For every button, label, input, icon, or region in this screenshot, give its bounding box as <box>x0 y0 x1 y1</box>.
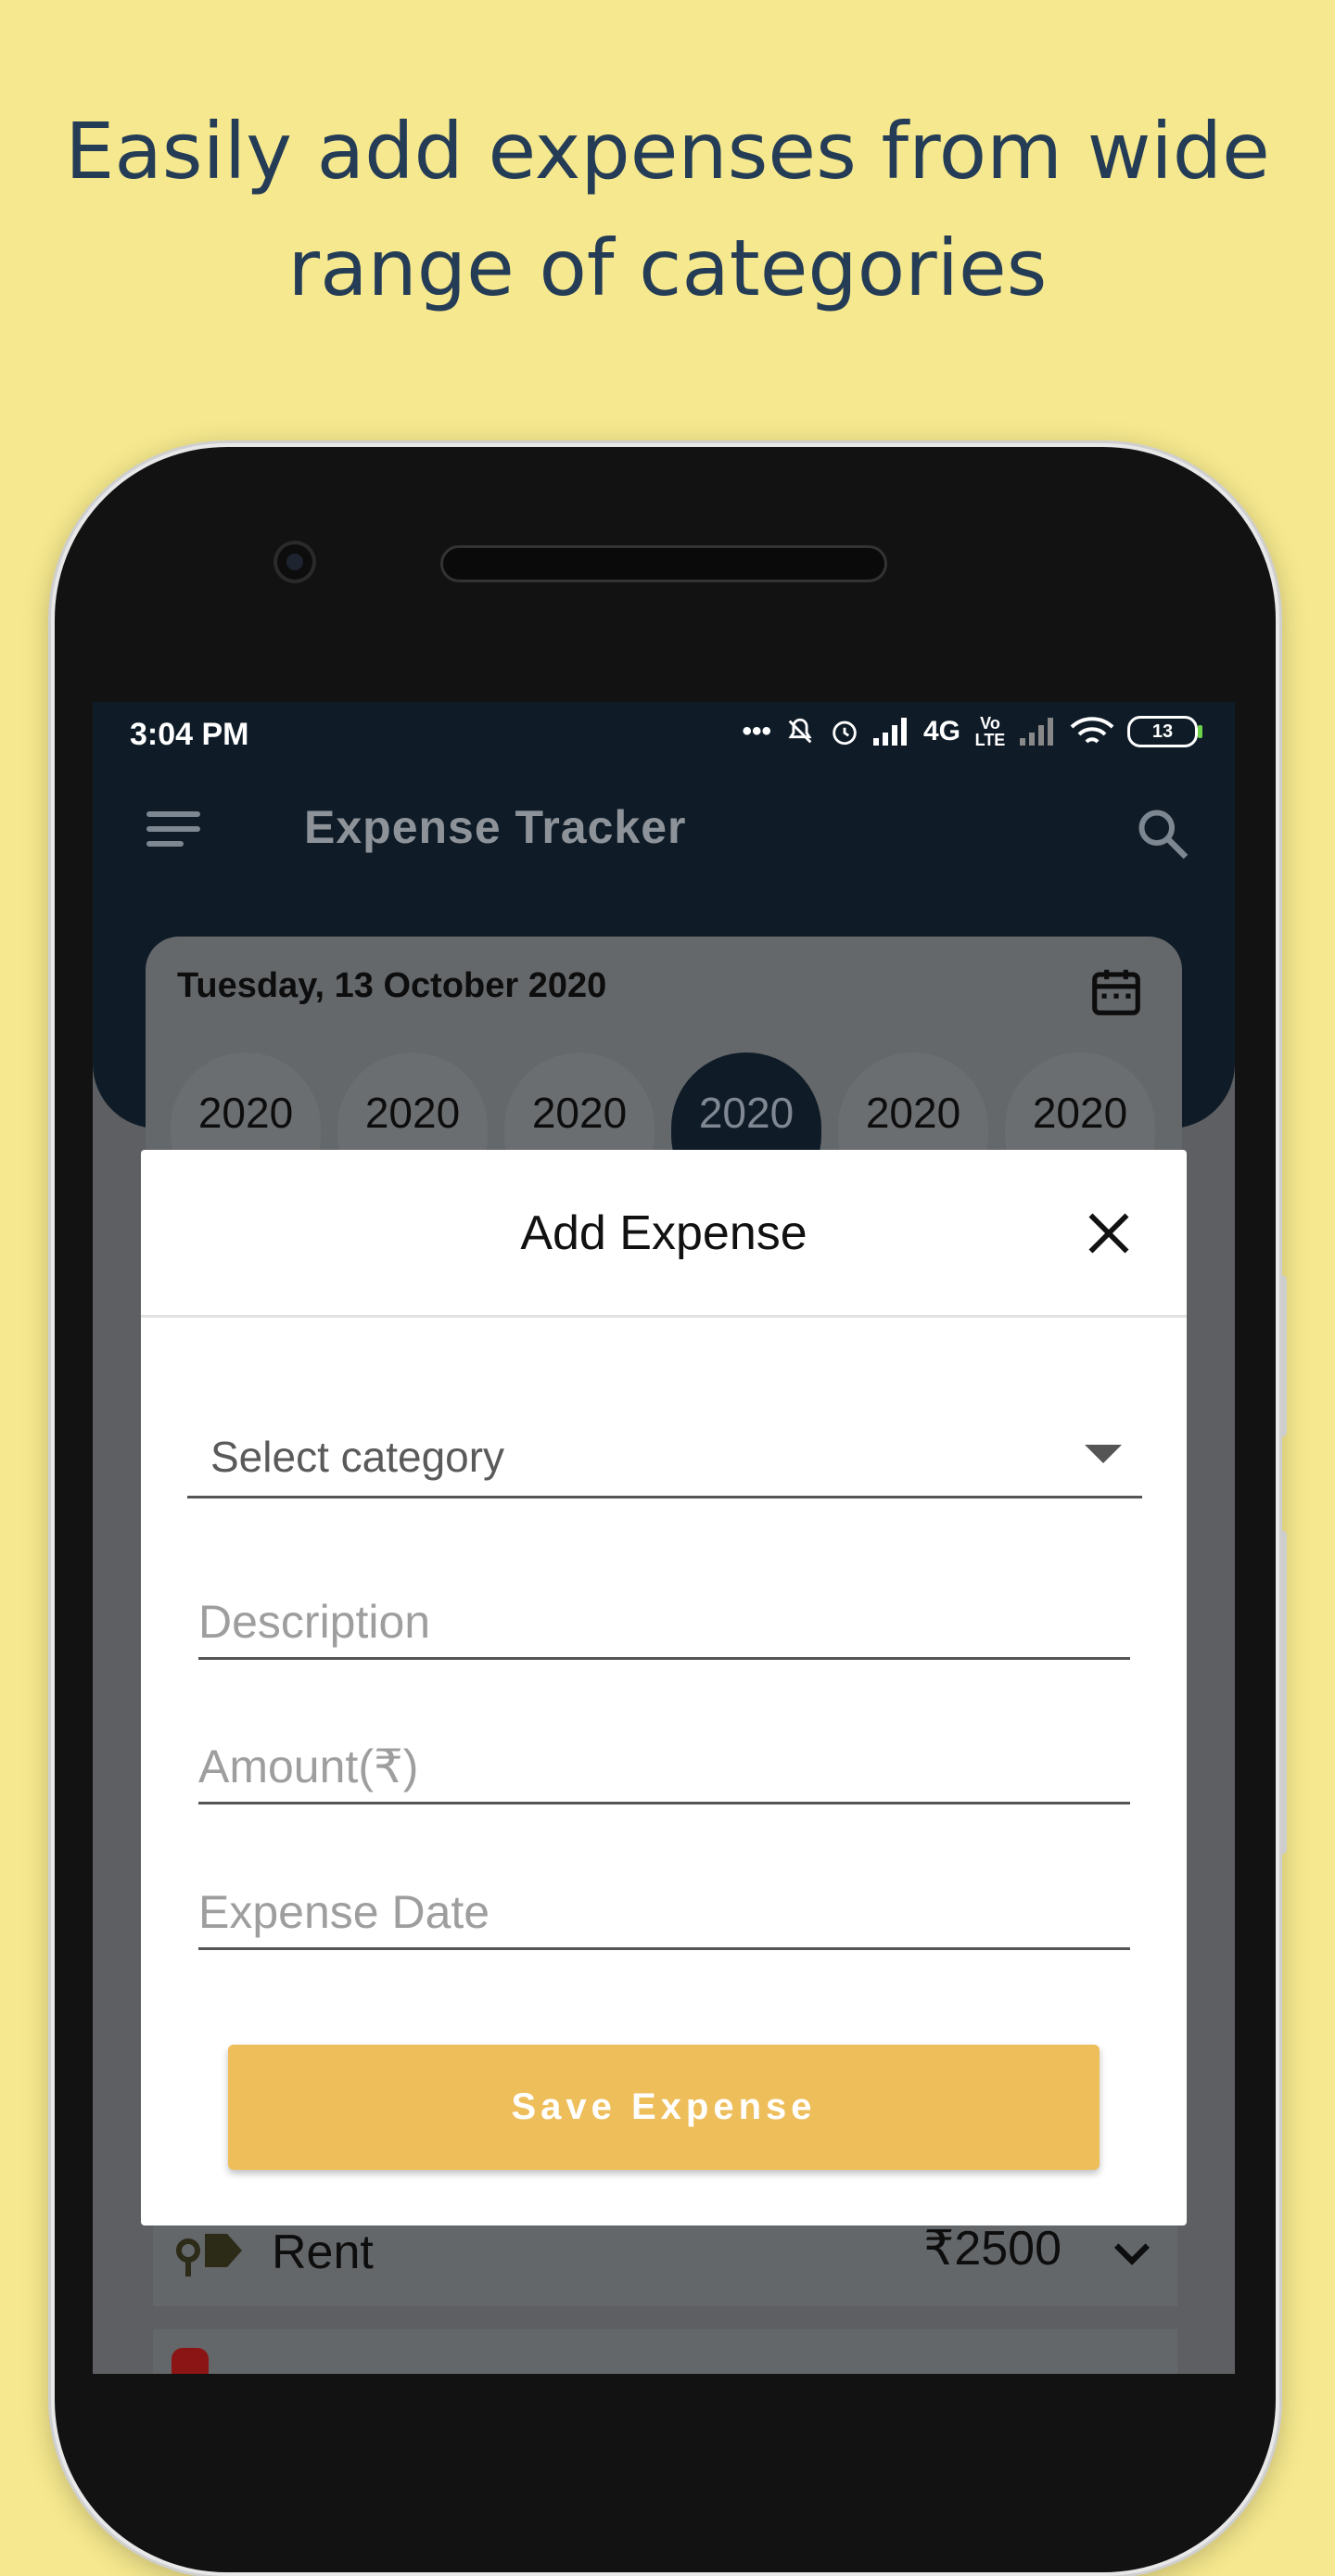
add-expense-dialog: Add Expense Select category Save Expense <box>141 1150 1187 2225</box>
dropdown-arrow-icon <box>1085 1445 1122 1463</box>
earpiece-speaker <box>440 545 887 582</box>
category-select[interactable]: Select category <box>187 1409 1142 1498</box>
volte-indicator: Vo LTE <box>974 714 1006 749</box>
wifi-icon <box>1070 717 1114 744</box>
category-select-label: Select category <box>210 1433 505 1481</box>
front-camera <box>273 541 316 583</box>
status-time: 3:04 PM <box>130 717 249 752</box>
promo-headline-line-1: Easily add expenses from wide <box>65 106 1270 197</box>
app-title: Expense Tracker <box>304 801 687 853</box>
expense-date-field[interactable] <box>198 1876 1130 1950</box>
close-icon[interactable] <box>1085 1209 1133 1257</box>
category-icon <box>172 2348 209 2374</box>
chevron-down-icon[interactable] <box>1112 2239 1151 2267</box>
search-icon[interactable] <box>1135 806 1190 861</box>
more-notifications-icon: ••• <box>742 716 771 746</box>
amount-field[interactable] <box>198 1730 1130 1804</box>
selected-date: Tuesday, 13 October 2020 <box>177 966 607 1005</box>
battery-icon: 13 <box>1127 716 1202 747</box>
network-type: 4G <box>922 716 960 746</box>
key-tag-icon <box>176 2234 242 2276</box>
promo-headline: Easily add expenses from wide range of c… <box>0 93 1335 326</box>
alarm-icon <box>833 721 857 746</box>
hamburger-menu-icon[interactable] <box>146 811 200 847</box>
signal-icon <box>872 718 907 746</box>
calendar-icon[interactable] <box>1087 963 1145 1020</box>
signal-weak-icon <box>1020 718 1053 746</box>
promo-headline-line-2: range of categories <box>287 223 1048 313</box>
app-bar: Expense Tracker <box>93 769 1235 880</box>
dialog-divider <box>141 1315 1187 1318</box>
expense-amount: ₹2500 <box>923 2222 1062 2276</box>
status-icons: ••• 4G Vo LTE 13 <box>742 714 1202 749</box>
dialog-title: Add Expense <box>520 1206 807 1260</box>
expense-list-item[interactable] <box>153 2329 1177 2374</box>
expense-name: Rent <box>272 2225 374 2279</box>
muted-bell-icon <box>788 718 812 744</box>
description-field[interactable] <box>198 1586 1130 1660</box>
status-bar: 3:04 PM ••• 4G Vo LTE 13 <box>93 702 1235 769</box>
save-expense-button[interactable]: Save Expense <box>228 2045 1100 2170</box>
